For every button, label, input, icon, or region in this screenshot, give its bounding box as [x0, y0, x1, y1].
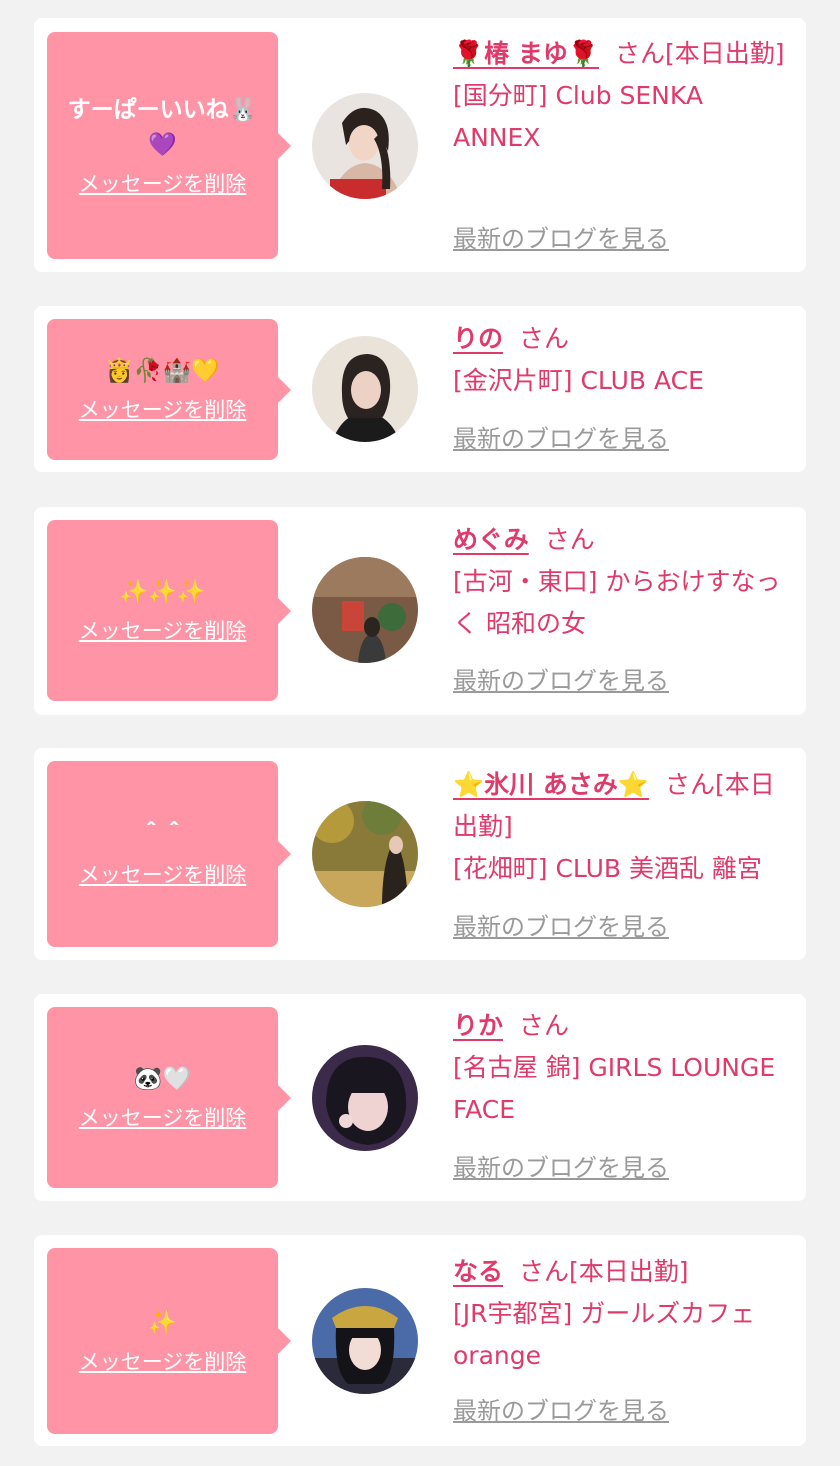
latest-blog-link[interactable]: 最新のブログを見る [453, 665, 669, 697]
latest-blog-link[interactable]: 最新のブログを見る [453, 423, 669, 455]
message-text: 🐼🤍 [133, 1066, 192, 1092]
cast-info: なる さん[本日出勤] [JR宇都宮] ガールズカフェorange [453, 1251, 796, 1377]
cast-info: ⭐氷川 あさみ⭐ さん[本日出勤] [花畑町] CLUB 美酒乱 離宮 [453, 764, 796, 890]
list-item: ✨ メッセージを削除 なる さん[本日出勤] [JR宇都宮] ガールズカフェora… [34, 1235, 806, 1446]
message-text: 👸🥀🏰💛 [105, 358, 220, 384]
list-item: 🐼🤍 メッセージを削除 りか さん [名古屋 錦] GIRLS LOUNGE FA… [34, 994, 806, 1201]
avatar[interactable] [312, 557, 418, 663]
delete-message-link[interactable]: メッセージを削除 [79, 169, 247, 199]
message-text: ✨✨✨ [119, 579, 206, 605]
message-bubble: すーぱーいいね🐰💜 メッセージを削除 [47, 32, 291, 259]
message-text: すーぱーいいね🐰💜 [67, 96, 258, 158]
cast-name-link[interactable]: りの [453, 324, 503, 353]
cast-name-link[interactable]: めぐみ [453, 525, 529, 554]
cast-name-link[interactable]: なる [453, 1257, 503, 1286]
list-item: ✨✨✨ メッセージを削除 めぐみ さん [古河・東口] からおけすなっく 昭和の女… [34, 507, 806, 715]
cast-suffix: さん [519, 1011, 570, 1040]
shop-name: [花畑町] CLUB 美酒乱 離宮 [453, 854, 762, 883]
cast-info: りの さん [金沢片町] CLUB ACE [453, 318, 796, 402]
message-list: すーぱーいいね🐰💜 メッセージを削除 🌹椿 まゆ🌹 さん[本日出勤] [国分町] … [0, 0, 840, 1466]
cast-suffix: さん [544, 525, 595, 554]
avatar[interactable] [312, 801, 418, 907]
avatar[interactable] [312, 93, 418, 199]
list-item: ＾＾ メッセージを削除 ⭐氷川 あさみ⭐ さん[本日出勤] [花畑町] CLUB … [34, 748, 806, 960]
shop-name: [古河・東口] からおけすなっく 昭和の女 [453, 567, 781, 638]
cast-name-link[interactable]: 🌹椿 まゆ🌹 [453, 39, 599, 68]
message-bubble: ✨ メッセージを削除 [47, 1248, 291, 1434]
delete-message-link[interactable]: メッセージを削除 [79, 395, 247, 425]
cast-suffix: さん[本日出勤] [614, 39, 785, 68]
list-item: 👸🥀🏰💛 メッセージを削除 りの さん [金沢片町] CLUB ACE 最新のブロ… [34, 306, 806, 472]
cast-info: 🌹椿 まゆ🌹 さん[本日出勤] [国分町] Club SENKA ANNEX [453, 33, 796, 159]
latest-blog-link[interactable]: 最新のブログを見る [453, 911, 669, 943]
shop-name: [金沢片町] CLUB ACE [453, 366, 704, 395]
message-bubble: ＾＾ メッセージを削除 [47, 761, 291, 947]
delete-message-link[interactable]: メッセージを削除 [79, 616, 247, 646]
cast-name-link[interactable]: りか [453, 1011, 503, 1040]
message-bubble: ✨✨✨ メッセージを削除 [47, 520, 291, 701]
latest-blog-link[interactable]: 最新のブログを見る [453, 223, 669, 255]
message-text: ＾＾ [139, 822, 186, 849]
message-bubble: 🐼🤍 メッセージを削除 [47, 1007, 291, 1188]
latest-blog-link[interactable]: 最新のブログを見る [453, 1152, 669, 1184]
message-text: ✨ [148, 1309, 177, 1336]
cast-suffix: さん[本日出勤] [519, 1257, 689, 1286]
list-item: すーぱーいいね🐰💜 メッセージを削除 🌹椿 まゆ🌹 さん[本日出勤] [国分町] … [34, 18, 806, 272]
avatar[interactable] [312, 1045, 418, 1151]
shop-name: [国分町] Club SENKA ANNEX [453, 81, 703, 152]
delete-message-link[interactable]: メッセージを削除 [79, 860, 247, 890]
shop-name: [名古屋 錦] GIRLS LOUNGE FACE [453, 1053, 776, 1124]
delete-message-link[interactable]: メッセージを削除 [79, 1103, 247, 1133]
shop-name: [JR宇都宮] ガールズカフェorange [453, 1299, 756, 1370]
cast-suffix: さん [519, 324, 570, 353]
latest-blog-link[interactable]: 最新のブログを見る [453, 1395, 669, 1427]
cast-info: めぐみ さん [古河・東口] からおけすなっく 昭和の女 [453, 519, 796, 645]
avatar[interactable] [312, 336, 418, 442]
cast-name-link[interactable]: ⭐氷川 あさみ⭐ [453, 770, 649, 799]
cast-info: りか さん [名古屋 錦] GIRLS LOUNGE FACE [453, 1005, 796, 1131]
message-bubble: 👸🥀🏰💛 メッセージを削除 [47, 319, 291, 460]
delete-message-link[interactable]: メッセージを削除 [79, 1347, 247, 1377]
avatar[interactable] [312, 1288, 418, 1394]
